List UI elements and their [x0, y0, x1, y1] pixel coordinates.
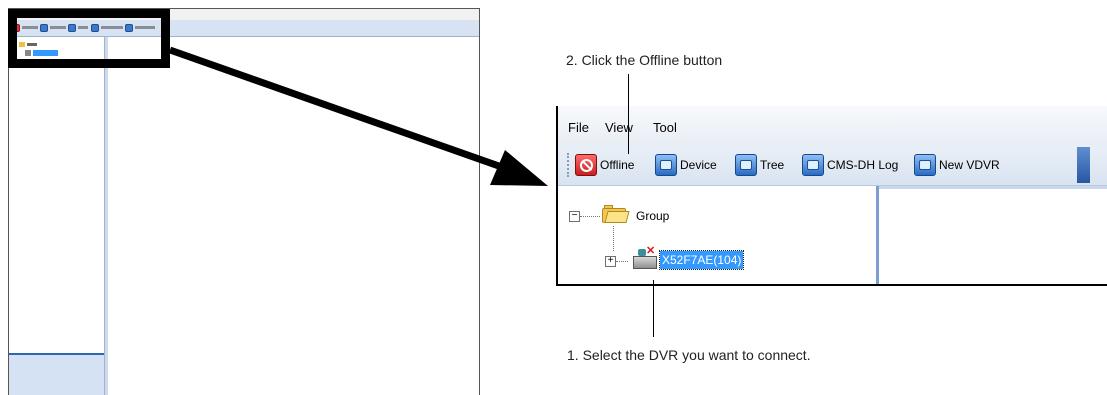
tree-icon: [735, 154, 757, 176]
log-icon: [802, 154, 824, 176]
tree-connector: [613, 226, 614, 251]
main-view-area: [879, 186, 1107, 284]
device-button[interactable]: Device: [655, 153, 717, 177]
new-vdvr-button[interactable]: New VDVR: [914, 153, 1000, 177]
cms-dh-log-button[interactable]: CMS-DH Log: [802, 153, 898, 177]
callout-line-step-2: [628, 74, 629, 154]
new-vdvr-label: New VDVR: [939, 158, 1000, 172]
tree-label: Tree: [760, 158, 785, 172]
new-vdvr-icon: [914, 154, 936, 176]
group-collapse-expander[interactable]: −: [569, 211, 580, 222]
menu-tool[interactable]: Tool: [653, 120, 677, 135]
device-tree: − Group + ✕ X52F7AE(104): [558, 186, 879, 284]
tree-connector: [580, 216, 600, 217]
cms-dh-log-label: CMS-DH Log: [827, 158, 899, 172]
arrow-shaft: [168, 46, 512, 174]
tree-button[interactable]: Tree: [735, 153, 784, 177]
tree-dvr-node-selected[interactable]: X52F7AE(104): [658, 250, 745, 270]
zoomed-app-panel: File View Tool Offline Device Tree CMS-D…: [556, 106, 1107, 286]
menubar: File View Tool: [558, 106, 1107, 145]
arrow-head: [490, 150, 548, 186]
tree-group-node[interactable]: Group: [636, 209, 669, 223]
device-label: Device: [680, 158, 717, 172]
offline-button[interactable]: Offline: [575, 153, 634, 177]
offline-label: Offline: [600, 158, 635, 172]
callout-step-2: 2. Click the Offline button: [566, 52, 723, 68]
dvr-expand-expander[interactable]: +: [605, 256, 616, 267]
toolbar: Offline Device Tree CMS-DH Log New VDVR: [558, 145, 1107, 186]
callout-line-step-1: [653, 280, 654, 337]
toolbar-end-bar: [1077, 147, 1090, 183]
tree-connector: [616, 261, 628, 262]
callout-step-1: 1. Select the DVR you want to connect.: [567, 347, 811, 363]
toolbar-grip[interactable]: [567, 153, 571, 177]
device-icon: [655, 154, 677, 176]
offline-icon: [575, 154, 597, 176]
dvr-device-icon: ✕: [632, 245, 658, 272]
folder-icon: [602, 204, 630, 224]
menu-file[interactable]: File: [568, 120, 589, 135]
